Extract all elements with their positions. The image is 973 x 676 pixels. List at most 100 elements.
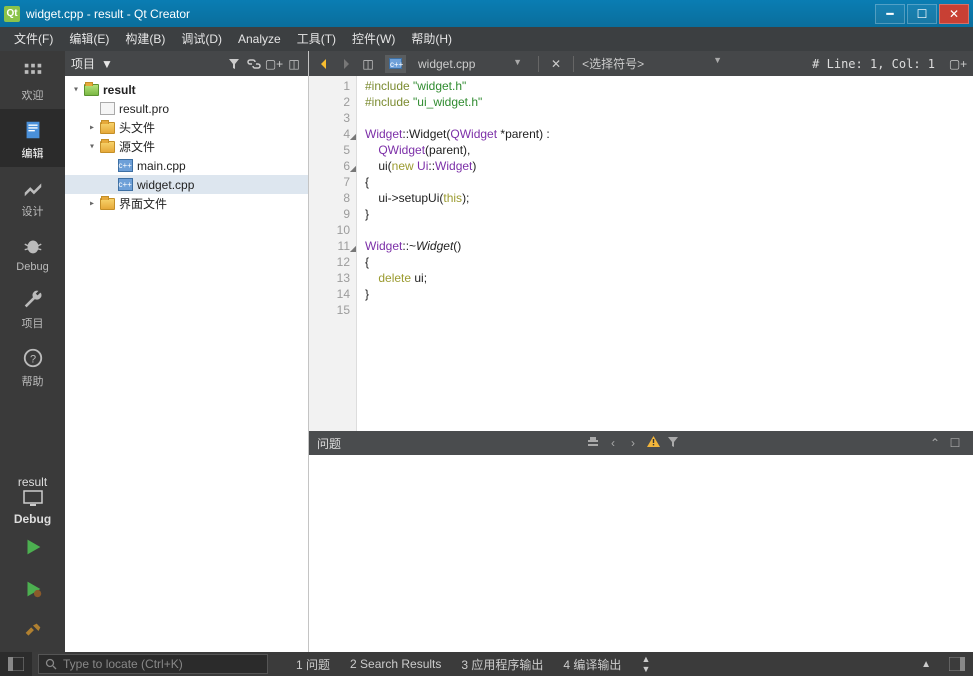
editor-area: ◫ c++ widget.cpp ▼ ✕ <选择符号> ▼ # Line: 1,… [309, 51, 973, 652]
target-selector[interactable]: result Debug [0, 467, 65, 526]
output-tab-search[interactable]: 2 Search Results [340, 657, 451, 671]
maximize-button[interactable]: ☐ [907, 4, 937, 24]
output-tabs-more[interactable]: ▲▼ [631, 654, 660, 674]
split-layout-icon[interactable]: ◫ [286, 56, 302, 72]
nav-forward-button[interactable] [337, 55, 355, 73]
monitor-icon [21, 489, 45, 509]
expand-icon[interactable]: ▾ [85, 141, 99, 152]
warning-icon[interactable] [643, 435, 663, 451]
mode-design[interactable]: 设计 [0, 167, 65, 225]
open-file-selector[interactable]: widget.cpp ▼ [410, 57, 530, 71]
locator-input[interactable]: Type to locate (Ctrl+K) [38, 654, 268, 674]
tree-label: main.cpp [137, 159, 186, 173]
link-icon[interactable] [246, 56, 262, 72]
mode-welcome-label: 欢迎 [22, 87, 44, 103]
tree-label: 界面文件 [119, 195, 167, 212]
debug-run-button[interactable] [0, 568, 65, 610]
tree-node-sources[interactable]: ▾ 源文件 [65, 137, 308, 156]
mode-welcome[interactable]: 欢迎 [0, 51, 65, 109]
menu-debug[interactable]: 调试(D) [173, 27, 230, 51]
build-button[interactable] [0, 610, 65, 652]
code-surface[interactable]: #include "widget.h"#include "ui_widget.h… [357, 76, 973, 431]
issues-next-button[interactable]: › [623, 436, 643, 450]
gutter[interactable]: 1234◢56◢7891011◢12131415 [309, 76, 357, 431]
search-icon [45, 658, 57, 670]
symbol-selector[interactable]: <选择符号> ▼ [582, 55, 722, 72]
tree-node-file[interactable]: c++ widget.cpp [65, 175, 308, 194]
cpp-file-icon: c++ [117, 158, 133, 174]
menu-help[interactable]: 帮助(H) [403, 27, 460, 51]
project-pane-selector[interactable]: 项目 ▼ [71, 55, 222, 72]
expand-icon[interactable]: ▸ [85, 122, 99, 133]
issues-filter-button[interactable] [583, 436, 603, 451]
menu-widgets[interactable]: 控件(W) [344, 27, 403, 51]
menu-analyze[interactable]: Analyze [230, 27, 289, 51]
tree-node-headers[interactable]: ▸ 头文件 [65, 118, 308, 137]
menu-file[interactable]: 文件(F) [6, 27, 61, 51]
tree-node-pro[interactable]: result.pro [65, 99, 308, 118]
menu-edit[interactable]: 编辑(E) [61, 27, 117, 51]
tree-label: 头文件 [119, 119, 155, 136]
design-icon [22, 177, 44, 199]
project-icon [83, 82, 99, 98]
issues-filter-icon[interactable] [663, 436, 683, 451]
issues-prev-button[interactable]: ‹ [603, 436, 623, 450]
play-bug-icon [22, 578, 44, 600]
output-tab-appoutput[interactable]: 3 应用程序输出 [451, 656, 553, 673]
filter-icon[interactable] [226, 56, 242, 72]
issues-maximize-button[interactable]: ☐ [945, 436, 965, 450]
mode-debug-label: Debug [16, 261, 48, 273]
nav-back-button[interactable] [315, 55, 333, 73]
editor-filename: widget.cpp [418, 57, 475, 71]
output-tab-issues[interactable]: 1 问题 [286, 656, 340, 673]
split-layout-icon[interactable]: ◫ [359, 55, 377, 73]
project-pane-header: 项目 ▼ ▢+ ◫ [65, 51, 308, 76]
play-icon [22, 536, 44, 558]
expand-icon[interactable]: ▾ [69, 84, 83, 95]
cursor-position[interactable]: # Line: 1, Col: 1 [812, 57, 935, 71]
close-button[interactable]: ✕ [939, 4, 969, 24]
cpp-file-icon: c++ [117, 177, 133, 193]
help-icon: ? [22, 347, 44, 369]
app-icon: Qt [4, 6, 20, 22]
split-add-icon[interactable]: ▢+ [266, 56, 282, 72]
target-config: Debug [0, 512, 65, 526]
progress-toggle-button[interactable]: ▲ [911, 659, 941, 670]
mode-projects[interactable]: 项目 [0, 279, 65, 337]
rightsidebar-toggle-button[interactable] [941, 652, 973, 676]
project-tree[interactable]: ▾ result result.pro ▸ 头文件 ▾ 源文件 c+ [65, 76, 308, 652]
folder-icon [99, 120, 115, 136]
issues-collapse-button[interactable]: ⌃ [925, 436, 945, 450]
folder-icon [99, 139, 115, 155]
issues-pane-body[interactable] [309, 455, 973, 652]
tree-node-file[interactable]: c++ main.cpp [65, 156, 308, 175]
split-add-icon[interactable]: ▢+ [949, 55, 967, 73]
file-type-badge: c++ [385, 55, 406, 73]
mode-design-label: 设计 [22, 203, 44, 219]
pro-file-icon [99, 101, 115, 117]
mode-edit[interactable]: 编辑 [0, 109, 65, 167]
tree-label: result [103, 83, 136, 97]
minimize-button[interactable]: ━ [875, 4, 905, 24]
menu-build[interactable]: 构建(B) [117, 27, 173, 51]
menu-tools[interactable]: 工具(T) [289, 27, 344, 51]
code-editor[interactable]: 1234◢56◢7891011◢12131415 #include "widge… [309, 76, 973, 431]
output-tab-compile[interactable]: 4 编译输出 [553, 656, 631, 673]
mode-projects-label: 项目 [22, 315, 44, 331]
mode-help-label: 帮助 [22, 373, 44, 389]
sidebar-toggle-button[interactable] [0, 652, 32, 676]
chevron-down-icon: ▼ [101, 57, 113, 71]
wrench-icon [22, 289, 44, 311]
close-file-button[interactable]: ✕ [547, 57, 565, 71]
folder-icon [99, 196, 115, 212]
edit-icon [22, 119, 44, 141]
tree-node-project[interactable]: ▾ result [65, 80, 308, 99]
expand-icon[interactable]: ▸ [85, 198, 99, 209]
window-titlebar: Qt widget.cpp - result - Qt Creator ━ ☐ … [0, 0, 973, 27]
mode-debug[interactable]: Debug [0, 225, 65, 279]
tree-node-forms[interactable]: ▸ 界面文件 [65, 194, 308, 213]
menu-bar: 文件(F) 编辑(E) 构建(B) 调试(D) Analyze 工具(T) 控件… [0, 27, 973, 51]
run-button[interactable] [0, 526, 65, 568]
tree-label: result.pro [119, 102, 169, 116]
mode-help[interactable]: ? 帮助 [0, 337, 65, 395]
